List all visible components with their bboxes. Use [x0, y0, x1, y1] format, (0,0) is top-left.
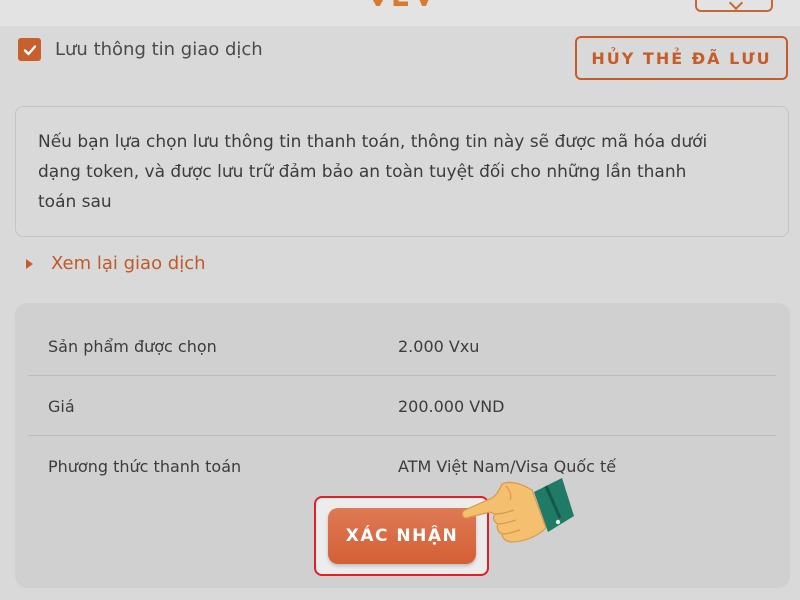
summary-row-value: 200.000 VND	[398, 396, 505, 416]
top-bar	[0, 0, 800, 26]
note-line: toán sau	[38, 192, 112, 212]
top-right-button[interactable]	[695, 0, 773, 12]
confirm-button[interactable]: XÁC NHẬN	[328, 508, 476, 564]
pointing-hand-icon	[462, 478, 574, 543]
review-transaction-label: Xem lại giao dịch	[51, 253, 206, 274]
save-info-note: Nếu bạn lựa chọn lưu thông tin thanh toá…	[15, 106, 789, 237]
save-info-checkbox[interactable]	[18, 38, 41, 61]
summary-row-label: Phương thức thanh toán	[48, 456, 242, 476]
chevron-down-icon	[728, 0, 744, 11]
summary-row-label: Sản phẩm được chọn	[48, 336, 217, 356]
summary-row-price: Giá 200.000 VND	[28, 376, 776, 436]
cancel-saved-card-button[interactable]: HỦY THẺ ĐÃ LƯU	[575, 36, 788, 80]
caret-right-icon	[26, 258, 33, 269]
review-transaction-toggle[interactable]: Xem lại giao dịch	[26, 253, 206, 274]
note-line: Nếu bạn lựa chọn lưu thông tin thanh toá…	[38, 132, 708, 152]
summary-row-label: Giá	[48, 396, 75, 416]
summary-row-payment-method: Phương thức thanh toán ATM Việt Nam/Visa…	[28, 436, 776, 496]
logo-fragment	[372, 0, 429, 6]
check-icon	[23, 44, 36, 55]
summary-row-product: Sản phẩm được chọn 2.000 Vxu	[28, 316, 776, 376]
save-info-label: Lưu thông tin giao dịch	[55, 39, 263, 60]
save-info-option[interactable]: Lưu thông tin giao dịch	[18, 38, 263, 61]
summary-row-value: 2.000 Vxu	[398, 336, 480, 356]
note-line: dạng token, và được lưu trữ đảm bảo an t…	[38, 162, 687, 182]
